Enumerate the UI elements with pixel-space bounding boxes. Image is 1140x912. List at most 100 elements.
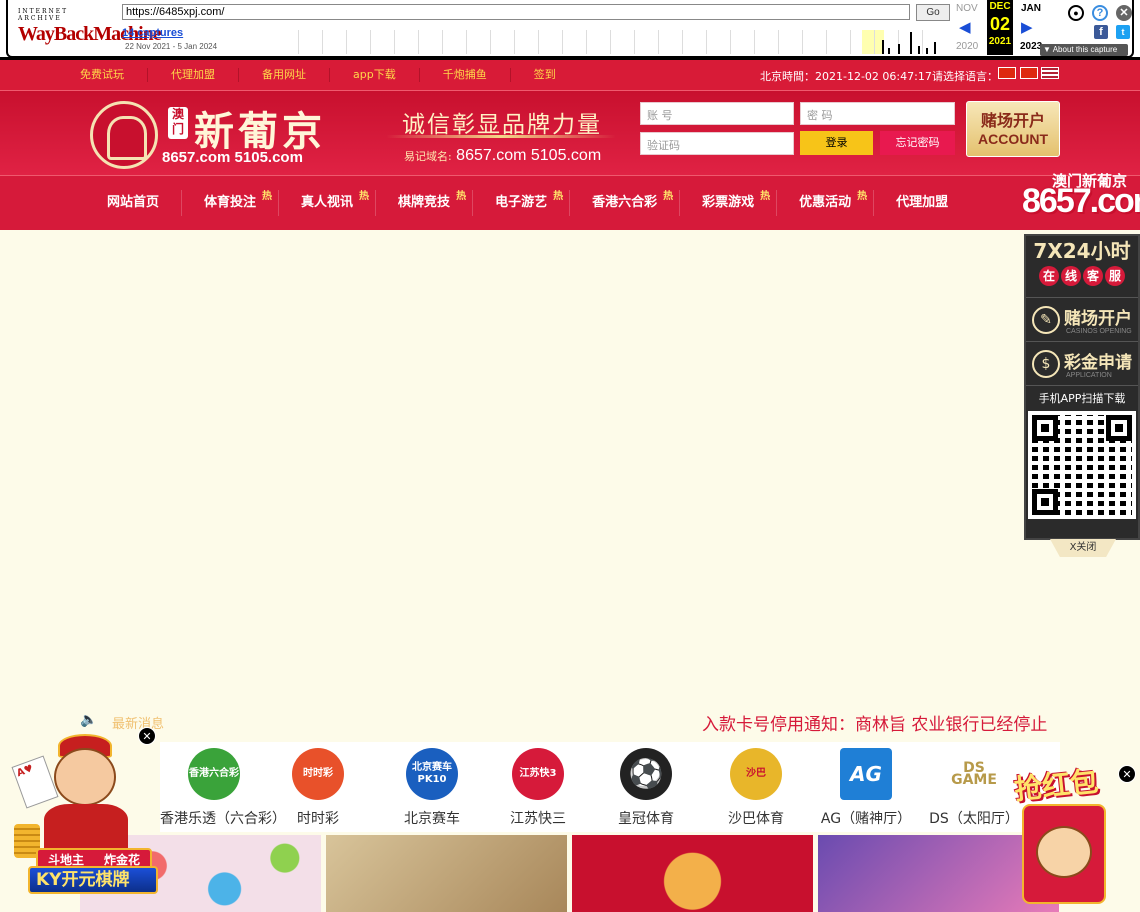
help-icon[interactable]: ?	[1092, 5, 1108, 21]
side-bonus-application[interactable]: $ 彩金申请 APPLICATION	[1026, 342, 1138, 386]
top-link-free-trial[interactable]: 免费试玩	[80, 68, 148, 82]
left-float-close-icon[interactable]: ✕	[138, 727, 156, 745]
hot-badge: 热	[553, 191, 564, 202]
wayback-logo-top: INTERNET ARCHIVE	[18, 8, 69, 22]
sparkline-tick	[850, 30, 851, 54]
side-panel-body: 7X24小时 在线客服 ✎ 赌场开户 CASINOS OPENING $ 彩金申…	[1024, 234, 1140, 540]
usa-flag-icon[interactable]	[1041, 67, 1059, 79]
fortune-god-banner[interactable]	[572, 835, 813, 912]
nav-item-label: 香港六合彩	[592, 195, 658, 210]
password-input[interactable]: 密 码	[800, 102, 955, 125]
facebook-icon[interactable]: f	[1094, 25, 1108, 39]
wayback-url-input[interactable]: https://6485xpj.com/	[122, 4, 910, 20]
top-link-fishing[interactable]: 千炮捕鱼	[420, 68, 511, 82]
side-close-button[interactable]: X关闭	[1050, 539, 1116, 557]
game-saba-sports[interactable]: 沙巴 沙巴体育	[702, 742, 810, 828]
top-link-app-download[interactable]: app下载	[330, 68, 420, 82]
game-hk-lottery[interactable]: 香港六合彩 香港乐透（六合彩）	[160, 742, 286, 828]
prev-month-label[interactable]: NOV	[956, 3, 978, 14]
sparkline-tick	[874, 30, 875, 54]
remember-label: 易记域名:	[404, 150, 452, 163]
game-beijing-racing[interactable]: 北京赛车 PK10 北京赛车	[378, 742, 486, 828]
side-brand[interactable]: 澳门新葡京 8657.com	[1022, 168, 1140, 224]
nav-item-promotions[interactable]: 优惠活动热	[777, 190, 875, 216]
nav-item-label: 电子游艺	[495, 195, 548, 210]
service-char: 客	[1083, 266, 1103, 286]
side-open-account[interactable]: ✎ 赌场开户 CASINOS OPENING	[1026, 298, 1138, 342]
forgot-password-button[interactable]: 忘记密码	[880, 131, 955, 155]
main-nav: 网站首页 体育投注热 真人视讯热 棋牌竞技热 电子游艺热 香港六合彩热 彩票游戏…	[0, 176, 1140, 230]
sparkline-tick	[706, 30, 707, 54]
nav-item-live-casino[interactable]: 真人视讯热	[279, 190, 377, 216]
nav-item-sports[interactable]: 体育投注热	[182, 190, 280, 216]
ag-icon: AG	[840, 748, 892, 800]
open-account-en: ACCOUNT	[978, 131, 1048, 147]
sparkline-tick	[682, 30, 683, 54]
wayback-logo-main: WayBackMachine	[18, 23, 162, 45]
ds-game-icon: DS GAME	[948, 748, 1000, 800]
top-link-signin[interactable]: 签到	[511, 68, 579, 82]
game-label: 北京赛车	[404, 811, 460, 827]
close-icon[interactable]: ✕	[1116, 5, 1132, 21]
app-download-qr-code[interactable]	[1028, 411, 1136, 519]
nav-item-lottery[interactable]: 彩票游戏热	[680, 190, 778, 216]
about-capture-label: About this capture	[1052, 45, 1118, 54]
captcha-input[interactable]: 验证码	[640, 132, 794, 155]
game-jiangsu-k3[interactable]: 江苏快3 江苏快三	[484, 742, 592, 828]
about-capture-button[interactable]: ▼ About this capture	[1040, 44, 1128, 56]
wayback-sparkline[interactable]	[298, 30, 950, 54]
promo-banners	[80, 835, 1060, 912]
wayback-go-button[interactable]: Go	[916, 4, 950, 21]
side-bonus-sub: APPLICATION	[1066, 372, 1112, 379]
side-customer-service[interactable]: 7X24小时 在线客服	[1026, 236, 1138, 298]
nav-item-agent[interactable]: 代理加盟	[874, 190, 970, 216]
next-year-label[interactable]: 2023	[1020, 41, 1042, 52]
user-icon[interactable]: ●	[1068, 5, 1084, 21]
wayback-captures-link[interactable]: 14 captures	[122, 27, 183, 39]
sparkline-bar	[882, 40, 884, 54]
tag-zhajinhua: 炸金花	[103, 852, 140, 867]
game-ssc[interactable]: 时时彩 时时彩	[264, 742, 372, 828]
red-envelope-close-icon[interactable]: ✕	[1118, 765, 1136, 783]
hot-badge: 热	[663, 191, 674, 202]
left-float-ad[interactable]: A♥ 斗地主 炸金花 KY开元棋牌	[11, 730, 158, 900]
qr-label: 手机APP扫描下载	[1038, 392, 1126, 405]
sparkline-tick	[610, 30, 611, 54]
slogan-divider	[386, 135, 616, 138]
ssc-icon: 时时彩	[292, 748, 344, 800]
china-flag-icon[interactable]	[1020, 67, 1038, 79]
nav-item-slots[interactable]: 电子游艺热	[473, 190, 571, 216]
sparkline-tick	[346, 30, 347, 54]
nav-item-chess-cards[interactable]: 棋牌竞技热	[376, 190, 474, 216]
wayback-date-range: 22 Nov 2021 - 5 Jan 2024	[125, 42, 218, 51]
red-envelope-float[interactable]: 抢红包	[1002, 760, 1130, 910]
language-label: 请选择语言：	[932, 70, 998, 83]
prev-year-label[interactable]: 2020	[956, 41, 978, 52]
logo-domains: 8657.com 5105.com	[162, 149, 303, 166]
top-link-agent[interactable]: 代理加盟	[148, 68, 239, 82]
nav-item-home[interactable]: 网站首页	[80, 190, 183, 216]
game-ag[interactable]: AG AG（赌神厅）	[812, 742, 920, 828]
logo-emblem-icon[interactable]	[90, 101, 158, 169]
wayback-logo[interactable]: INTERNET ARCHIVE WayBackMachine	[18, 8, 162, 48]
nav-item-mark-six[interactable]: 香港六合彩热	[570, 190, 681, 216]
prev-capture-arrow-icon[interactable]: ◀	[959, 18, 971, 36]
top-links: 免费试玩 代理加盟 备用网址 app下载 千炮捕鱼 签到	[80, 60, 579, 90]
wayback-toolbar-frame: INTERNET ARCHIVE WayBackMachine https://…	[6, 0, 1134, 58]
sparkline-bar	[898, 44, 900, 54]
account-input[interactable]: 账 号	[640, 102, 794, 125]
open-account-button[interactable]: 赌场开户 ACCOUNT	[966, 101, 1060, 157]
soccer-ball-icon: ⚽	[620, 748, 672, 800]
hongkong-flag-icon[interactable]	[998, 67, 1016, 79]
game-crown-sports[interactable]: ⚽ 皇冠体育	[592, 742, 700, 828]
next-month-label[interactable]: JAN	[1021, 3, 1041, 14]
next-capture-arrow-icon[interactable]: ▶	[1021, 18, 1033, 36]
nav-items: 网站首页 体育投注热 真人视讯热 棋牌竞技热 电子游艺热 香港六合彩热 彩票游戏…	[80, 176, 970, 230]
top-link-backup-url[interactable]: 备用网址	[239, 68, 330, 82]
twitter-icon[interactable]: t	[1116, 25, 1130, 39]
news-marquee[interactable]: 入款卡号停用通知：商林旨 农业银行已经停止	[702, 710, 1047, 735]
login-button[interactable]: 登录	[800, 131, 873, 155]
casino-dealer-banner[interactable]	[326, 835, 567, 912]
side-float-panel: 澳门新葡京 8657.com 7X24小时 在线客服 ✎ 赌场开户 CASINO…	[1022, 168, 1140, 540]
edit-icon: ✎	[1032, 306, 1060, 334]
